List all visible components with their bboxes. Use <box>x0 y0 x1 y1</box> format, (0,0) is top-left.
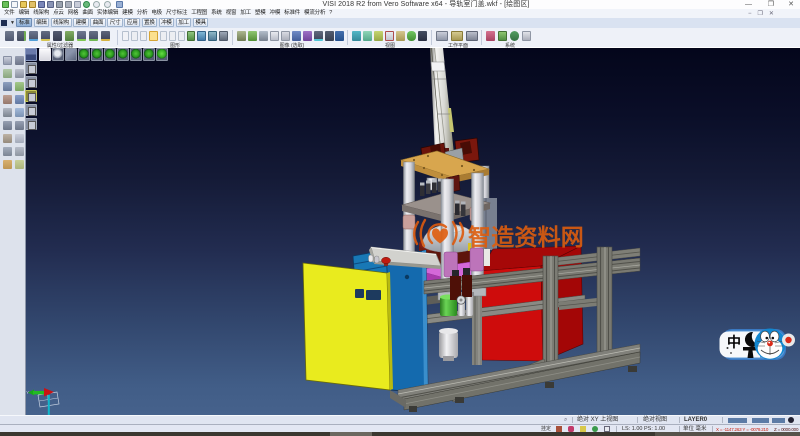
svg-text:中: 中 <box>727 334 741 350</box>
svg-text:智造资料网: 智造资料网 <box>468 224 584 250</box>
